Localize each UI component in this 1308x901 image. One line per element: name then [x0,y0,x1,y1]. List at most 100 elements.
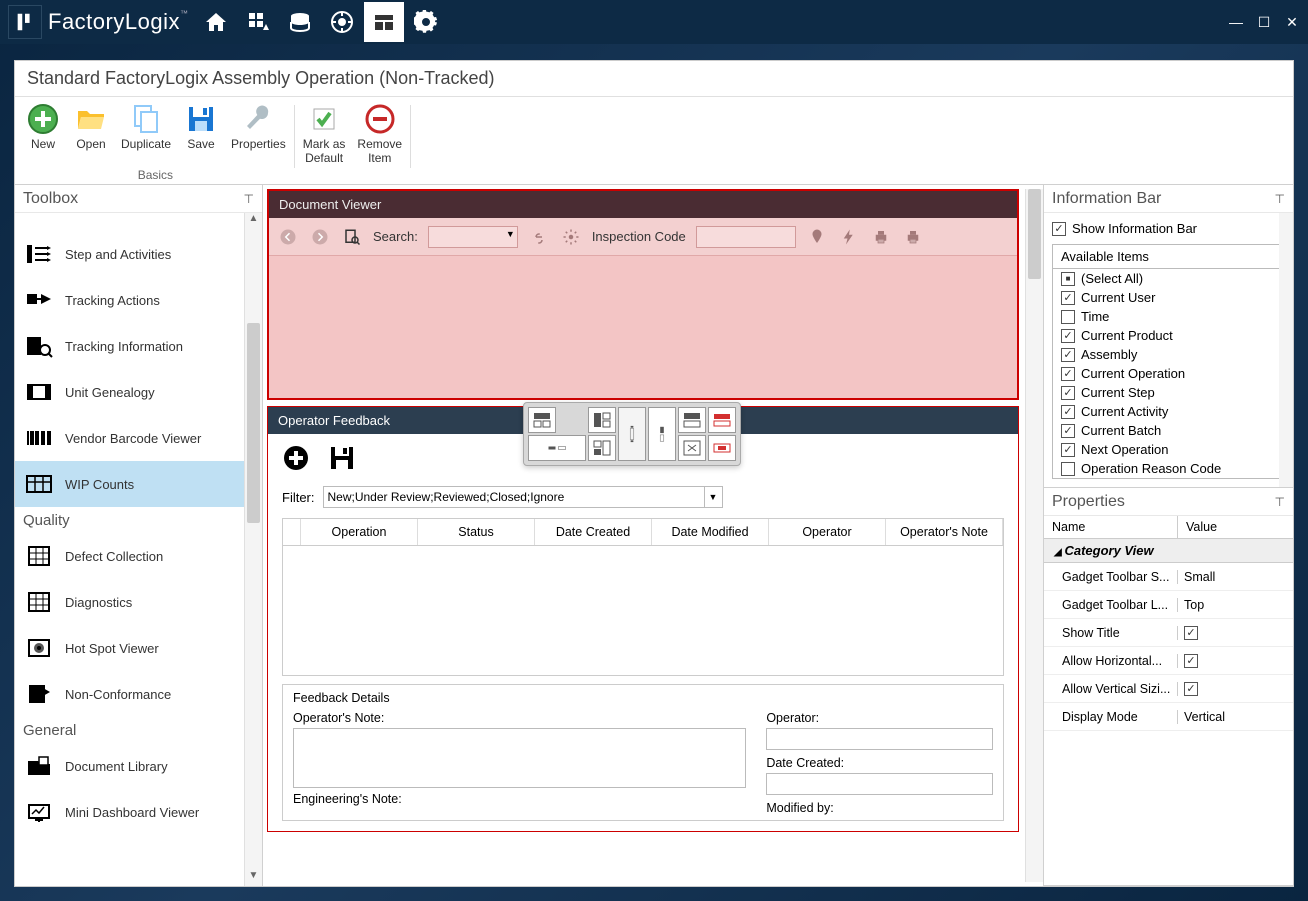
toolbox-section-general[interactable]: General⌄ [15,717,262,743]
nav-forward-icon[interactable] [309,226,331,248]
nav-home-icon[interactable] [196,2,236,42]
nav-settings-icon[interactable] [406,2,446,42]
show-info-bar-checkbox[interactable]: ✓Show Information Bar [1052,221,1285,236]
info-item-operation-reason-code[interactable]: Operation Reason Code [1053,459,1284,478]
layout-opt-8[interactable] [678,435,706,461]
window-minimize[interactable]: — [1228,14,1244,30]
nav-globe-icon[interactable] [322,2,362,42]
wrench-icon [242,103,274,135]
layout-opt-5[interactable] [618,407,646,461]
prop-row-gadget-toolbar-l-[interactable]: Gadget Toolbar L...Top [1044,591,1293,619]
grid-col-operator-s-note[interactable]: Operator's Note [886,519,1003,545]
operator-feedback-gadget[interactable]: Operator Feedback [267,406,1019,832]
nav-stack-icon[interactable] [280,2,320,42]
search-combo[interactable]: ▼ [428,226,518,248]
checkmark-icon [308,103,340,135]
grid-col-date-modified[interactable]: Date Modified [652,519,769,545]
feedback-grid[interactable]: OperationStatusDate CreatedDate Modified… [282,518,1004,676]
document-viewer-gadget[interactable]: Document Viewer Search: ▼ Inspection Cod… [267,189,1019,400]
toolbox-item-defect-collection[interactable]: Defect Collection [15,533,262,579]
window-maximize[interactable]: ☐ [1256,14,1272,30]
info-item-current-activity[interactable]: ✓Current Activity [1053,402,1284,421]
info-item-assembly[interactable]: ✓Assembly [1053,345,1284,364]
save-feedback-button[interactable] [328,444,356,472]
pin-icon[interactable]: ⊤ [1275,192,1285,206]
toolbox-item-diagnostics[interactable]: Diagnostics [15,579,262,625]
grid-col-status[interactable]: Status [418,519,535,545]
grid-col-date-created[interactable]: Date Created [535,519,652,545]
print-icon[interactable] [870,226,892,248]
date-created-input[interactable] [766,773,993,795]
prop-row-allow-horizontal-[interactable]: Allow Horizontal...✓ [1044,647,1293,675]
operator-input[interactable] [766,728,993,750]
inspection-code-input[interactable] [696,226,796,248]
info-scrollbar[interactable] [1279,213,1293,487]
info-item-current-product[interactable]: ✓Current Product [1053,326,1284,345]
info-item-next-operation[interactable]: ✓Next Operation [1053,440,1284,459]
layout-opt-9[interactable] [708,407,736,433]
info-item-current-batch[interactable]: ✓Current Batch [1053,421,1284,440]
prop-row-allow-vertical-sizi-[interactable]: Allow Vertical Sizi...✓ [1044,675,1293,703]
prop-row-display-mode[interactable]: Display ModeVertical [1044,703,1293,731]
operators-note-input[interactable] [293,728,746,788]
canvas-scrollbar[interactable] [1025,189,1043,882]
toolbox-item-tracking-information[interactable]: Tracking Information [15,323,262,369]
pin-icon[interactable]: ⊤ [1275,495,1285,509]
info-item-time[interactable]: Time [1053,307,1284,326]
toolbox-item-wip-counts[interactable]: WIP Counts [15,461,262,507]
layout-opt-1[interactable] [528,407,556,433]
grid-col-operation[interactable]: Operation [301,519,418,545]
prop-row-gadget-toolbar-s-[interactable]: Gadget Toolbar S...Small [1044,563,1293,591]
layout-opt-4[interactable] [588,435,616,461]
layout-picker-overlay [523,402,741,466]
toolbox-item-icon [25,334,53,358]
layout-opt-2[interactable] [528,435,586,461]
info-item-current-operation[interactable]: ✓Current Operation [1053,364,1284,383]
ribbon-duplicate-button[interactable]: Duplicate [117,101,175,153]
ribbon-new-button[interactable]: New [21,101,65,153]
prop-row-show-title[interactable]: Show Title✓ [1044,619,1293,647]
grid-col-operator[interactable]: Operator [769,519,886,545]
toolbox-item-step-and-activities[interactable]: Step and Activities [15,231,262,277]
ribbon-properties-button[interactable]: Properties [227,101,290,153]
toolbox-item-vendor-barcode-viewer[interactable]: Vendor Barcode Viewer [15,415,262,461]
toolbox-item-unit-genealogy[interactable]: Unit Genealogy [15,369,262,415]
add-feedback-button[interactable] [282,444,310,472]
link-icon[interactable] [528,226,550,248]
layout-opt-3[interactable] [588,407,616,433]
properties-category[interactable]: Category View [1044,539,1293,563]
toolbox-item-partial[interactable] [15,213,262,231]
gear-icon[interactable] [560,226,582,248]
ribbon-save-button[interactable]: Save [179,101,223,153]
design-canvas[interactable]: Document Viewer Search: ▼ Inspection Cod… [263,185,1043,886]
window-close[interactable]: ✕ [1284,14,1300,30]
layout-opt-7[interactable] [678,407,706,433]
ribbon-open-button[interactable]: Open [69,101,113,153]
nav-grid-icon[interactable] [238,2,278,42]
ribbon-remove-item-label: Remove Item [357,137,402,166]
info-item-current-user[interactable]: ✓Current User [1053,288,1284,307]
ribbon-remove-item-button[interactable]: Remove Item [353,101,406,168]
toolbox-item-hot-spot-viewer[interactable]: Hot Spot Viewer [15,625,262,671]
toolbox-item-tracking-actions[interactable]: Tracking Actions [15,277,262,323]
toolbox-item-document-library[interactable]: Document Library [15,743,262,789]
nav-template-icon[interactable] [364,2,404,42]
toolbox-item-non-conformance[interactable]: Non-Conformance [15,671,262,717]
print2-icon[interactable] [902,226,924,248]
toolbox-scrollbar[interactable]: ▲▼ [244,213,262,886]
toolbox-item-mini-dashboard-viewer[interactable]: Mini Dashboard Viewer [15,789,262,835]
layout-opt-6[interactable] [648,407,676,461]
pin-marker-icon[interactable] [806,226,828,248]
ribbon-mark-default-button[interactable]: Mark as Default [299,101,350,168]
bolt-icon[interactable] [838,226,860,248]
toolbox-panel: Toolbox ⊤ Step and ActivitiesTracking Ac… [15,185,263,886]
layout-opt-10[interactable] [708,435,736,461]
filter-label: Filter: [282,490,315,505]
filter-combo[interactable]: New;Under Review;Reviewed;Closed;Ignore▼ [323,486,723,508]
pin-icon[interactable]: ⊤ [244,192,254,206]
toolbox-section-quality[interactable]: Quality⌄ [15,507,262,533]
nav-back-icon[interactable] [277,226,299,248]
document-search-icon[interactable] [341,226,363,248]
info-item--select-all-[interactable]: (Select All) [1053,269,1284,288]
info-item-current-step[interactable]: ✓Current Step [1053,383,1284,402]
